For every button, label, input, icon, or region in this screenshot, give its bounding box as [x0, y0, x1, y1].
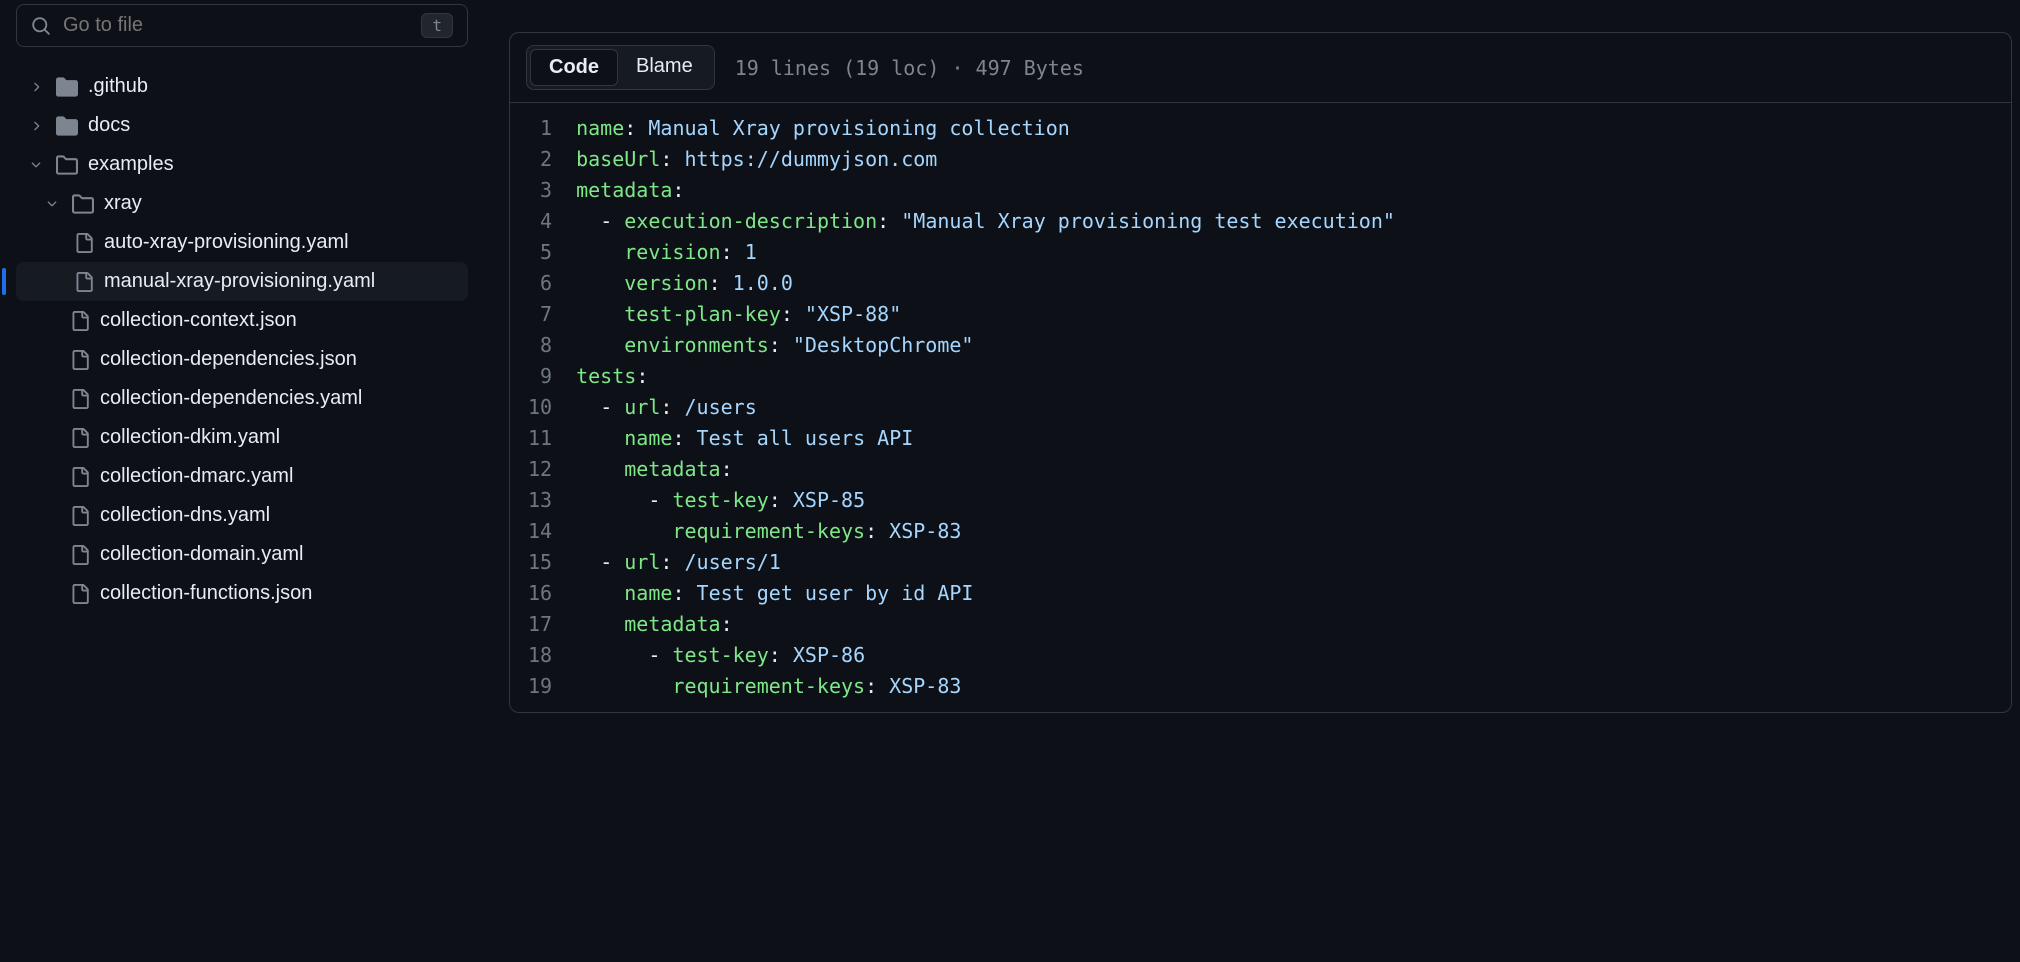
- tree-label: .github: [88, 75, 148, 98]
- chevron-right-icon: [26, 119, 46, 133]
- tree-label: collection-dmarc.yaml: [100, 465, 293, 488]
- tree-file-dmarc[interactable]: collection-dmarc.yaml: [16, 457, 468, 496]
- file-search[interactable]: t: [16, 4, 468, 47]
- file-icon: [70, 389, 90, 409]
- tree-file-domain[interactable]: collection-domain.yaml: [16, 535, 468, 574]
- tree-file-ctx[interactable]: collection-context.json: [16, 301, 468, 340]
- tree-file-functions[interactable]: collection-functions.json: [16, 574, 468, 613]
- code-container: Code Blame 19 lines (19 loc) · 497 Bytes…: [509, 32, 2012, 713]
- tree-file-depsyaml[interactable]: collection-dependencies.yaml: [16, 379, 468, 418]
- tree-label: collection-functions.json: [100, 582, 312, 605]
- search-shortcut-key: t: [421, 13, 453, 38]
- chevron-right-icon: [26, 80, 46, 94]
- code-content[interactable]: 12345678910111213141516171819 name: Manu…: [510, 103, 2011, 712]
- folder-open-icon: [72, 193, 94, 215]
- tree-label: manual-xray-provisioning.yaml: [104, 270, 375, 293]
- tree-label: collection-domain.yaml: [100, 543, 303, 566]
- tree-folder-xray[interactable]: xray: [16, 184, 468, 223]
- file-meta: 19 lines (19 loc) · 497 Bytes: [735, 56, 1084, 80]
- file-icon: [70, 467, 90, 487]
- view-tabs: Code Blame: [526, 45, 715, 90]
- tree-folder-github[interactable]: .github: [16, 67, 468, 106]
- code-toolbar: Code Blame 19 lines (19 loc) · 497 Bytes: [510, 33, 2011, 103]
- tree-file-dkim[interactable]: collection-dkim.yaml: [16, 418, 468, 457]
- tree-folder-docs[interactable]: docs: [16, 106, 468, 145]
- folder-open-icon: [56, 154, 78, 176]
- file-tree-sidebar: t .github docs examples xray auto-xray-p…: [0, 0, 485, 962]
- tree-label: collection-context.json: [100, 309, 297, 332]
- tab-code[interactable]: Code: [530, 49, 618, 86]
- file-icon: [70, 428, 90, 448]
- tree-file-auto[interactable]: auto-xray-provisioning.yaml: [16, 223, 468, 262]
- tree-file-manual[interactable]: manual-xray-provisioning.yaml: [16, 262, 468, 301]
- file-icon: [70, 311, 90, 331]
- file-icon: [70, 350, 90, 370]
- search-input[interactable]: [63, 14, 421, 37]
- tree-label: collection-dependencies.yaml: [100, 387, 362, 410]
- tree-label: examples: [88, 153, 174, 176]
- chevron-down-icon: [42, 197, 62, 211]
- tab-blame[interactable]: Blame: [618, 49, 711, 86]
- tree-file-dns[interactable]: collection-dns.yaml: [16, 496, 468, 535]
- search-icon: [31, 16, 63, 36]
- line-numbers: 12345678910111213141516171819: [510, 113, 576, 702]
- folder-icon: [56, 115, 78, 137]
- tree-label: collection-dkim.yaml: [100, 426, 280, 449]
- tree-label: collection-dependencies.json: [100, 348, 357, 371]
- file-icon: [74, 233, 94, 253]
- chevron-down-icon: [26, 158, 46, 172]
- tree-label: collection-dns.yaml: [100, 504, 270, 527]
- file-icon: [70, 506, 90, 526]
- file-icon: [70, 584, 90, 604]
- file-icon: [70, 545, 90, 565]
- tree-file-depsjson[interactable]: collection-dependencies.json: [16, 340, 468, 379]
- code-lines: name: Manual Xray provisioning collectio…: [576, 113, 2011, 702]
- tree-label: auto-xray-provisioning.yaml: [104, 231, 349, 254]
- file-icon: [74, 272, 94, 292]
- tree-label: xray: [104, 192, 142, 215]
- tree-folder-examples[interactable]: examples: [16, 145, 468, 184]
- file-viewer: Code Blame 19 lines (19 loc) · 497 Bytes…: [485, 0, 2020, 962]
- folder-icon: [56, 76, 78, 98]
- tree-label: docs: [88, 114, 130, 137]
